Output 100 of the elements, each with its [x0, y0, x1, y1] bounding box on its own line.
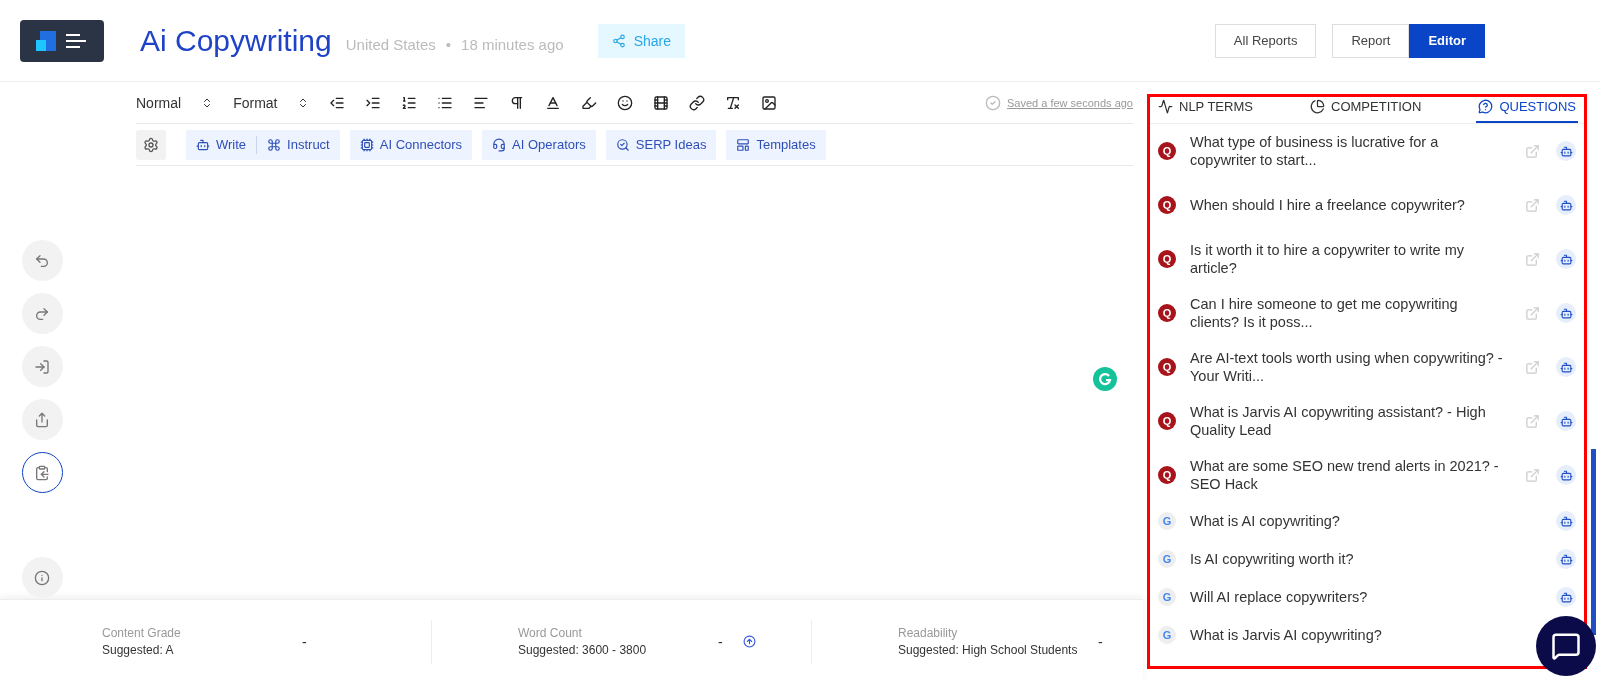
panel-tab[interactable]: NLP TERMS [1156, 97, 1255, 123]
robot-icon [196, 137, 210, 152]
robot-icon [1559, 468, 1573, 482]
command-icon [267, 137, 282, 152]
clipboard-icon [34, 464, 50, 481]
robot-icon [1559, 306, 1573, 320]
undo-icon [34, 252, 50, 269]
question-text[interactable]: What is AI copywriting? [1190, 512, 1508, 530]
style-dropdown[interactable]: Format [233, 94, 310, 111]
google-logo-icon: G [1158, 588, 1176, 606]
save-status: Saved a few seconds ago [1007, 96, 1133, 109]
stat-suggestion: Suggested: High School Students [898, 643, 1078, 657]
google-logo-icon: G [1158, 550, 1176, 568]
stat-label: Word Count [518, 626, 583, 640]
smile-icon[interactable] [617, 94, 634, 111]
clear-format-icon[interactable] [725, 94, 742, 111]
robot-button[interactable] [1556, 587, 1576, 607]
robot-button[interactable] [1556, 411, 1576, 431]
view-tab[interactable]: Report [1332, 23, 1410, 58]
robot-icon [1559, 252, 1573, 266]
question-text[interactable]: Will AI replace copywriters? [1190, 588, 1508, 606]
headset-icon [492, 137, 507, 152]
robot-icon [1559, 514, 1573, 528]
arrow-up-icon[interactable] [742, 635, 756, 648]
question-text[interactable]: Are AI-text tools worth using when copywriting? - Your Writi... [1190, 349, 1508, 385]
film-icon[interactable] [653, 94, 670, 111]
quora-logo-icon: Q [1158, 466, 1176, 484]
settings-button[interactable] [136, 129, 166, 160]
image-icon[interactable] [761, 94, 778, 111]
highlight-icon[interactable] [581, 94, 598, 111]
ai-tool-button[interactable]: AI Operators [482, 129, 596, 160]
robot-button[interactable] [1556, 303, 1576, 323]
question-text[interactable]: Can I hire someone to get me copywriting clients? Is it poss... [1190, 295, 1508, 331]
template-icon [736, 137, 751, 152]
redo-button[interactable] [21, 293, 63, 334]
robot-button[interactable] [1556, 357, 1576, 377]
stat-value: - [718, 633, 723, 650]
app-logo[interactable] [20, 19, 104, 62]
import-button[interactable] [21, 346, 63, 387]
check-icon [985, 94, 1001, 111]
question-text[interactable]: What is Jarvis AI copywriting? [1190, 626, 1508, 644]
undo-button[interactable] [21, 240, 63, 281]
link-icon[interactable] [689, 94, 706, 111]
quora-logo-icon: Q [1158, 196, 1176, 214]
scrollbar-thumb[interactable] [1591, 449, 1596, 635]
share-icon [611, 33, 626, 48]
quora-logo-icon: Q [1158, 250, 1176, 268]
stat-label: Content Grade [102, 626, 182, 640]
chat-button[interactable] [1536, 616, 1596, 676]
question-text[interactable]: What are some SEO new trend alerts in 2021? - SEO Hack [1190, 457, 1508, 493]
panel-tab[interactable]: QUESTIONS [1476, 97, 1578, 123]
question-text[interactable]: Is AI copywriting worth it? [1190, 550, 1508, 568]
quora-logo-icon: Q [1158, 304, 1176, 322]
robot-icon [1559, 198, 1573, 212]
info-button[interactable] [21, 557, 63, 598]
ai-tool-button[interactable]: SERP Ideas [605, 129, 717, 160]
robot-icon [1559, 552, 1573, 566]
stat-suggestion: Suggested: A [102, 643, 175, 657]
question-text[interactable]: When should I hire a freelance copywriter? [1190, 196, 1508, 214]
robot-button[interactable] [1556, 249, 1576, 269]
question-text[interactable]: What type of business is lucrative for a copywriter to start... [1190, 133, 1508, 169]
panel-tab[interactable]: COMPETITION [1308, 97, 1424, 123]
ai-tool-button[interactable]: AI Connectors [349, 129, 473, 160]
stat-label: Readability [898, 626, 959, 640]
quora-logo-icon: Q [1158, 142, 1176, 160]
stat-value: - [302, 633, 307, 650]
stat-value: - [1098, 633, 1103, 650]
search-icon [615, 137, 630, 152]
view-tab[interactable]: Editor [1409, 23, 1485, 58]
pie-chart-icon [1310, 99, 1326, 114]
clipboard-button[interactable] [21, 452, 63, 493]
google-logo-icon: G [1158, 626, 1176, 644]
text-color-icon[interactable] [545, 94, 562, 111]
export-icon [34, 411, 50, 428]
robot-icon [1559, 590, 1573, 604]
robot-button[interactable] [1556, 141, 1576, 161]
chip-icon [359, 137, 374, 152]
view-tab[interactable]: All Reports [1214, 23, 1317, 58]
separator-dot: • [445, 36, 452, 53]
numbered-list-icon[interactable] [401, 94, 418, 111]
stat-suggestion: Suggested: 3600 - 3800 [518, 643, 648, 657]
question-text[interactable]: Is it worth it to hire a copywriter to write my article? [1190, 241, 1508, 277]
robot-button[interactable] [1556, 195, 1576, 215]
import-icon [34, 358, 50, 375]
quora-logo-icon: Q [1158, 358, 1176, 376]
robot-icon [1559, 144, 1573, 158]
robot-button[interactable] [1556, 465, 1576, 485]
export-button[interactable] [21, 399, 63, 440]
report-time: 18 minutes ago [461, 36, 564, 53]
ai-tool-button[interactable]: Templates [726, 129, 826, 160]
robot-button[interactable] [1556, 549, 1576, 569]
redo-icon [34, 305, 50, 322]
robot-button[interactable] [1556, 511, 1576, 531]
style-dropdown[interactable]: Normal [136, 94, 214, 111]
settings-icon [143, 136, 159, 153]
google-logo-icon: G [1158, 512, 1176, 530]
robot-icon [1559, 360, 1573, 374]
question-text[interactable]: What is Jarvis AI copywriting assistant? - High Quality Lead [1190, 403, 1508, 439]
question-bubble-icon [1478, 99, 1494, 114]
info-icon [34, 569, 50, 586]
